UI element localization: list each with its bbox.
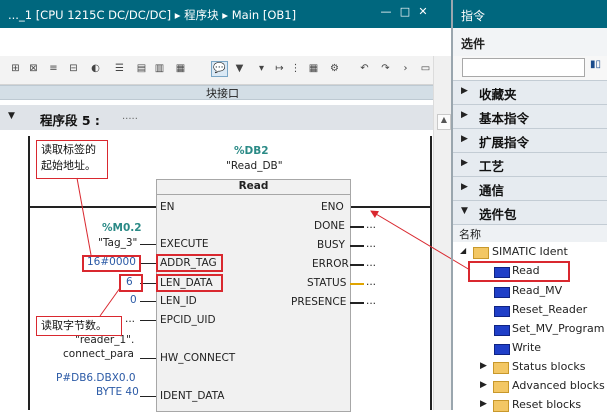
chevron-right-icon: ▶ — [461, 182, 468, 192]
chevron-right-icon[interactable]: ▶ — [480, 380, 487, 390]
function-block-icon — [494, 306, 510, 317]
tree-item-label: Write — [512, 341, 542, 354]
category-label: 通信 — [479, 183, 505, 198]
folder-icon — [493, 362, 509, 374]
name-column-header: 名称 — [459, 228, 481, 241]
category-extended[interactable]: ▶ 扩展指令 — [453, 128, 607, 152]
instruction-search-input[interactable] — [462, 58, 585, 77]
category-technology[interactable]: ▶ 工艺 — [453, 152, 607, 176]
tree-item-read-mv[interactable]: Read_MV — [453, 282, 607, 301]
category-label: 基本指令 — [479, 111, 530, 126]
search-options-icon[interactable]: ▮▯ — [590, 59, 601, 70]
chevron-right-icon: ▶ — [461, 86, 468, 96]
category-communication[interactable]: ▶ 通信 — [453, 176, 607, 200]
options-header: 选件 — [453, 28, 607, 57]
folder-icon — [473, 247, 489, 259]
chevron-right-icon: ▶ — [461, 134, 468, 144]
tree-item-label: Set_MV_Program — [512, 322, 605, 335]
chevron-right-icon[interactable]: ▶ — [480, 361, 487, 371]
tree-folder-label: Advanced blocks — [512, 379, 605, 392]
tree-folder-label: Status blocks — [512, 360, 586, 373]
tree-folder-advanced-blocks[interactable]: ▶ Advanced blocks — [453, 377, 607, 396]
tree-item-label: Reset_Reader — [512, 303, 588, 316]
category-label: 选件包 — [479, 207, 517, 222]
tree-folder-reset-blocks[interactable]: ▶ Reset blocks — [453, 396, 607, 415]
category-favorites[interactable]: ▶ 收藏夹 — [453, 80, 607, 104]
category-label: 工艺 — [479, 159, 505, 174]
instructions-pane-title: 指令 — [453, 0, 607, 28]
category-label: 收藏夹 — [479, 87, 517, 102]
tree-folder-label: SIMATIC Ident — [492, 245, 568, 258]
category-option-packages[interactable]: ▼ 选件包 — [453, 200, 607, 224]
folder-icon — [493, 400, 509, 412]
read-item-highlight — [468, 261, 570, 282]
chevron-down-icon[interactable]: ◢ — [460, 246, 466, 255]
callout-line-len — [99, 287, 121, 317]
function-block-icon — [494, 344, 510, 355]
chevron-right-icon[interactable]: ▶ — [480, 399, 487, 409]
folder-icon — [493, 381, 509, 393]
callout-line-addr — [76, 177, 92, 256]
tree-folder-label: Reset blocks — [512, 398, 582, 411]
chevron-down-icon: ▼ — [461, 206, 468, 216]
chevron-right-icon: ▶ — [461, 110, 468, 120]
instructions-title: 指令 — [461, 9, 486, 23]
tree-item-set-mv-program[interactable]: Set_MV_Program — [453, 320, 607, 339]
function-block-icon — [494, 325, 510, 336]
options-label: 选件 — [461, 37, 486, 51]
tree-column-header: 名称 — [453, 224, 607, 242]
tree-item-label: Read_MV — [512, 284, 563, 297]
chevron-right-icon: ▶ — [461, 158, 468, 168]
category-label: 扩展指令 — [479, 135, 530, 150]
tree-item-write[interactable]: Write — [453, 339, 607, 358]
tree-folder-simatic-ident[interactable]: ◢ SIMATIC Ident — [453, 243, 607, 262]
function-block-icon — [494, 287, 510, 298]
category-basic[interactable]: ▶ 基本指令 — [453, 104, 607, 128]
tree-folder-status-blocks[interactable]: ▶ Status blocks — [453, 358, 607, 377]
tree-item-reset-reader[interactable]: Reset_Reader — [453, 301, 607, 320]
